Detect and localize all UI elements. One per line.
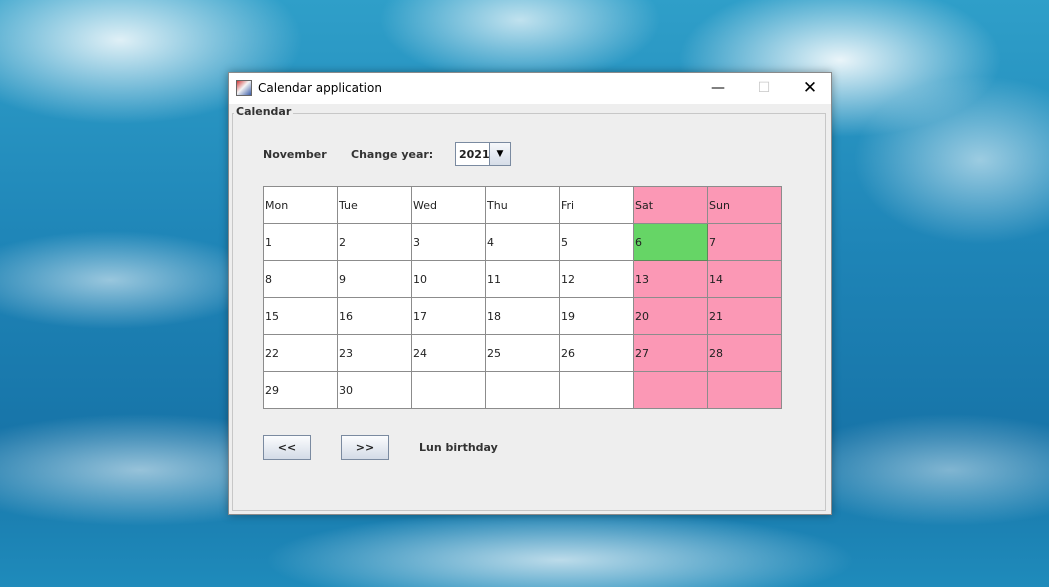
weekday-header: Sat bbox=[633, 186, 708, 224]
day-cell[interactable]: 16 bbox=[337, 297, 412, 335]
calendar-grid: Mon Tue Wed Thu Fri Sat Sun 1 2 3 4 5 6 … bbox=[263, 186, 782, 409]
day-cell[interactable]: 17 bbox=[411, 297, 486, 335]
weekday-header: Mon bbox=[263, 186, 338, 224]
calendar-panel-legend: Calendar bbox=[234, 105, 294, 118]
day-cell[interactable]: 14 bbox=[707, 260, 782, 298]
maximize-button[interactable]: ☐ bbox=[741, 73, 787, 103]
week-row: 29 30 bbox=[263, 371, 782, 409]
year-select[interactable]: 2021 ▼ bbox=[455, 142, 511, 166]
day-cell[interactable]: 22 bbox=[263, 334, 338, 372]
day-cell-empty bbox=[411, 371, 486, 409]
calendar-window: Calendar application — ☐ ✕ Calendar Nove… bbox=[228, 72, 832, 515]
window-title: Calendar application bbox=[258, 81, 382, 95]
day-cell[interactable]: 15 bbox=[263, 297, 338, 335]
day-cell[interactable]: 4 bbox=[485, 223, 560, 261]
day-cell-selected[interactable]: 6 bbox=[633, 223, 708, 261]
close-button[interactable]: ✕ bbox=[787, 73, 833, 103]
day-cell-empty bbox=[707, 371, 782, 409]
day-cell[interactable]: 24 bbox=[411, 334, 486, 372]
week-row: 1 2 3 4 5 6 7 bbox=[263, 223, 782, 261]
title-bar[interactable]: Calendar application — ☐ ✕ bbox=[229, 73, 831, 104]
java-app-icon bbox=[236, 80, 252, 96]
day-cell[interactable]: 30 bbox=[337, 371, 412, 409]
day-cell[interactable]: 19 bbox=[559, 297, 634, 335]
day-cell[interactable]: 5 bbox=[559, 223, 634, 261]
day-cell[interactable]: 8 bbox=[263, 260, 338, 298]
minimize-button[interactable]: — bbox=[695, 73, 741, 103]
week-row: 22 23 24 25 26 27 28 bbox=[263, 334, 782, 372]
day-cell[interactable]: 3 bbox=[411, 223, 486, 261]
next-month-button[interactable]: >> bbox=[341, 435, 389, 460]
chevron-down-icon[interactable]: ▼ bbox=[489, 143, 510, 165]
weekday-header: Sun bbox=[707, 186, 782, 224]
year-select-value: 2021 bbox=[459, 148, 490, 161]
day-cell[interactable]: 20 bbox=[633, 297, 708, 335]
weekday-header: Tue bbox=[337, 186, 412, 224]
day-cell[interactable]: 2 bbox=[337, 223, 412, 261]
month-label: November bbox=[263, 148, 327, 161]
day-cell[interactable]: 12 bbox=[559, 260, 634, 298]
day-cell[interactable]: 7 bbox=[707, 223, 782, 261]
day-cell[interactable]: 9 bbox=[337, 260, 412, 298]
weekday-header: Wed bbox=[411, 186, 486, 224]
event-label: Lun birthday bbox=[419, 441, 498, 454]
day-cell[interactable]: 25 bbox=[485, 334, 560, 372]
previous-month-button[interactable]: << bbox=[263, 435, 311, 460]
day-cell[interactable]: 29 bbox=[263, 371, 338, 409]
week-row: 15 16 17 18 19 20 21 bbox=[263, 297, 782, 335]
day-cell[interactable]: 1 bbox=[263, 223, 338, 261]
day-cell[interactable]: 23 bbox=[337, 334, 412, 372]
day-cell[interactable]: 13 bbox=[633, 260, 708, 298]
day-cell[interactable]: 21 bbox=[707, 297, 782, 335]
day-cell[interactable]: 28 bbox=[707, 334, 782, 372]
day-cell[interactable]: 27 bbox=[633, 334, 708, 372]
day-cell[interactable]: 26 bbox=[559, 334, 634, 372]
week-row: 8 9 10 11 12 13 14 bbox=[263, 260, 782, 298]
change-year-label: Change year: bbox=[351, 148, 434, 161]
day-cell-empty bbox=[559, 371, 634, 409]
day-cell-empty bbox=[633, 371, 708, 409]
weekday-header-row: Mon Tue Wed Thu Fri Sat Sun bbox=[263, 186, 782, 224]
day-cell[interactable]: 10 bbox=[411, 260, 486, 298]
day-cell[interactable]: 11 bbox=[485, 260, 560, 298]
day-cell-empty bbox=[485, 371, 560, 409]
weekday-header: Thu bbox=[485, 186, 560, 224]
weekday-header: Fri bbox=[559, 186, 634, 224]
day-cell[interactable]: 18 bbox=[485, 297, 560, 335]
